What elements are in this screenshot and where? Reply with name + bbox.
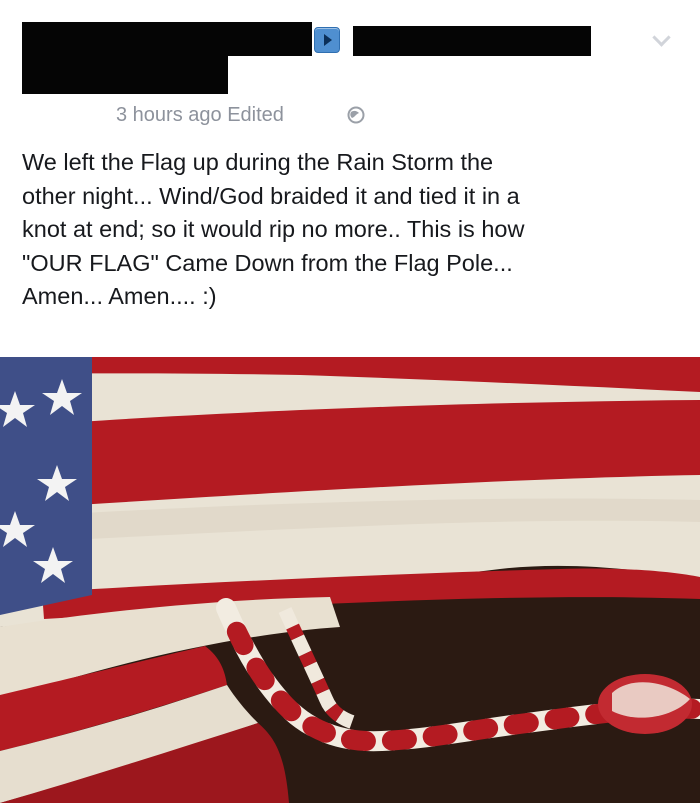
redacted-author-name: [22, 22, 312, 56]
post-line: Amen... Amen.... :): [22, 283, 217, 309]
post-line: We left the Flag up during the Rain Stor…: [22, 149, 494, 175]
play-arrow-icon[interactable]: [314, 27, 340, 53]
post-text: We left the Flag up during the Rain Stor…: [22, 146, 674, 314]
post-line: other night... Wind/God braided it and t…: [22, 182, 520, 209]
post-timestamp[interactable]: 3 hours ago Edited: [116, 101, 284, 129]
flag-photo[interactable]: [0, 357, 700, 803]
chevron-down-icon[interactable]: [652, 28, 671, 47]
post-line: knot at end; so it would rip no more.. T…: [22, 216, 525, 242]
redacted-target-name: [353, 26, 591, 56]
redacted-author-name-block: [22, 52, 228, 94]
globe-icon: [347, 106, 365, 124]
post-line: "OUR FLAG" Came Down from the Flag Pole.…: [22, 249, 513, 276]
